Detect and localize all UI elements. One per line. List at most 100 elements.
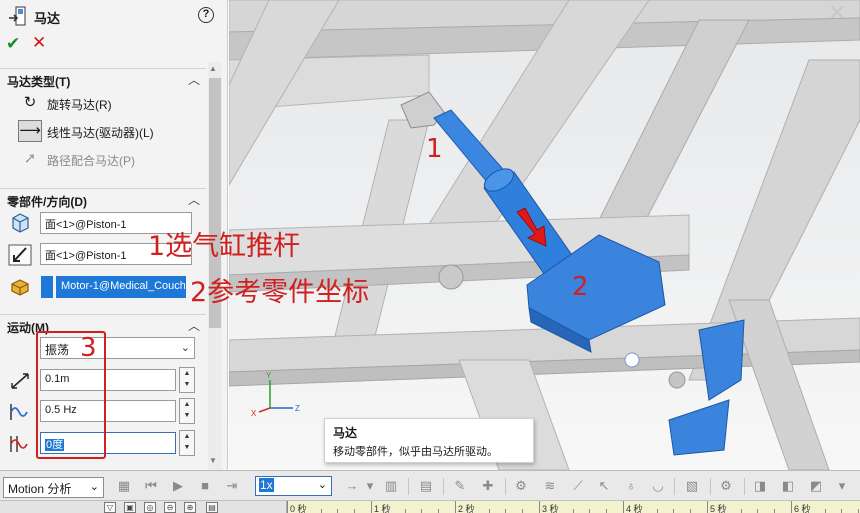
path-mate-motor-option: ➚ 路径配合马达(P) bbox=[18, 148, 198, 170]
linear-motor-option[interactable]: ⟶ 线性马达(驱动器)(L) bbox=[18, 120, 198, 142]
linear-motor-icon: ⟶ bbox=[18, 120, 42, 142]
play-icon[interactable]: ▶ bbox=[170, 478, 186, 494]
frequency-spinner[interactable]: ▲ ▼ bbox=[179, 398, 195, 424]
tooltip-title: 马达 bbox=[333, 426, 358, 440]
rotary-motor-icon: ↻ bbox=[23, 94, 37, 111]
annotation-highlight-box bbox=[36, 331, 106, 459]
timeline-minor-tick bbox=[807, 509, 809, 513]
annotation-number-1: 1 bbox=[426, 134, 443, 164]
phase-spinner[interactable]: ▲ ▼ bbox=[179, 430, 195, 456]
collapse-chevron-icon[interactable]: ︿ bbox=[188, 191, 200, 208]
collapse-view-icon[interactable]: ◨ bbox=[752, 478, 768, 494]
motor-type-section-title: 马达类型(T) bbox=[7, 75, 71, 89]
timeline-minor-tick bbox=[320, 509, 322, 513]
results-plots-icon[interactable]: ▧ bbox=[684, 478, 700, 494]
zoom-timeline-icon[interactable]: ◎ bbox=[144, 502, 156, 513]
playback-mode-icon[interactable]: ⇥ bbox=[224, 478, 240, 494]
stop-icon[interactable]: ■ bbox=[197, 478, 213, 494]
more-options-icon[interactable]: ▾ bbox=[834, 478, 850, 494]
playback-speed-select[interactable]: 1x ⌄ bbox=[255, 476, 332, 496]
component-direction-section-title: 零部件/方向(D) bbox=[7, 195, 87, 209]
timeline-minor-tick bbox=[858, 509, 860, 513]
playback-speed-value: 1x bbox=[259, 478, 274, 492]
component-direction-section-header[interactable]: 零部件/方向(D) ︿ bbox=[0, 188, 206, 209]
displacement-spinner[interactable]: ▲ ▼ bbox=[179, 367, 195, 393]
collapse-chevron-icon[interactable]: ︿ bbox=[188, 317, 200, 334]
save-animation-icon[interactable]: ▥ bbox=[383, 478, 399, 494]
study-properties-icon[interactable]: ⚙ bbox=[718, 478, 734, 494]
timeline-minor-tick bbox=[387, 509, 389, 513]
frequency-icon bbox=[10, 404, 28, 420]
gravity-icon[interactable]: ◡ bbox=[650, 478, 666, 494]
timeline-minor-tick bbox=[757, 509, 759, 513]
toolbar-separator bbox=[744, 478, 745, 495]
timeline-minor-tick bbox=[673, 509, 675, 513]
timeline-tick bbox=[623, 501, 624, 513]
expand-tree-icon[interactable]: ▤ bbox=[206, 502, 218, 513]
scroll-up-arrow-icon[interactable]: ▲ bbox=[209, 64, 217, 73]
annotation-number-2: 2 bbox=[572, 272, 589, 302]
motor-tooltip: 马达 移动零部件，似乎由马达所驱动。 bbox=[324, 418, 534, 463]
calculate-icon[interactable]: ▦ bbox=[116, 478, 132, 494]
contact-icon[interactable]: ♁ bbox=[623, 478, 639, 494]
autokey-set-icon[interactable]: ✎ bbox=[452, 478, 468, 494]
autokey-icon[interactable]: → bbox=[344, 478, 360, 494]
timeline-tick bbox=[455, 501, 456, 513]
filter-icon[interactable]: ▽ bbox=[104, 502, 116, 513]
svg-text:Z: Z bbox=[295, 404, 300, 413]
timeline-minor-tick bbox=[589, 509, 591, 513]
graphics-area[interactable]: Y Z X bbox=[229, 0, 860, 470]
chevron-down-icon: ⌄ bbox=[89, 481, 99, 493]
spring-icon[interactable]: ≋ bbox=[542, 478, 558, 494]
study-type-select[interactable]: Motion 分析 ⌄ bbox=[3, 477, 104, 498]
zoom-in-icon[interactable]: ⊕ bbox=[184, 502, 196, 513]
timeline-minor-tick bbox=[690, 509, 692, 513]
motor-tool-icon[interactable]: ⚙ bbox=[513, 478, 529, 494]
motor-type-section-header[interactable]: 马达类型(T) ︿ bbox=[0, 68, 206, 89]
play-from-start-icon[interactable]: ⏮ bbox=[143, 478, 159, 494]
direction-face-icon bbox=[12, 213, 29, 233]
component-to-move-icon bbox=[11, 279, 29, 296]
component-field[interactable]: Motor-1@Medical_Couch bbox=[56, 276, 186, 298]
damper-icon[interactable]: ⟋ bbox=[570, 478, 586, 494]
filter-animated-icon[interactable]: ▣ bbox=[124, 502, 136, 513]
motor-icon bbox=[9, 6, 26, 26]
view-settings-icon[interactable]: ◩ bbox=[808, 478, 824, 494]
chevron-down-icon: ⌄ bbox=[317, 479, 327, 491]
zoom-out-icon[interactable]: ⊖ bbox=[164, 502, 176, 513]
add-key-icon[interactable]: ✚ bbox=[480, 478, 496, 494]
reverse-direction-icon[interactable] bbox=[8, 244, 32, 266]
force-icon[interactable]: ↖ bbox=[596, 478, 612, 494]
timeline-minor-tick bbox=[656, 509, 658, 513]
rotary-motor-label: 旋转马达(R) bbox=[47, 98, 112, 112]
timeline-minor-tick bbox=[723, 509, 725, 513]
timeline-minor-tick bbox=[404, 509, 406, 513]
timeline-minor-tick bbox=[606, 509, 608, 513]
timeline-minor-tick bbox=[488, 509, 490, 513]
cancel-x-icon[interactable]: ✕ bbox=[32, 33, 46, 53]
motion-manager-toolbar: Motion 分析 ⌄ ▦ ⏮ ▶ ■ ⇥ 1x ⌄ → ▾ ▥ ▤ ✎ ✚ ⚙… bbox=[0, 470, 860, 500]
toolbar-separator bbox=[674, 478, 675, 495]
annotation-note-1: 1选气缸推杆 bbox=[148, 231, 301, 262]
ok-checkmark-icon[interactable]: ✔ bbox=[6, 34, 20, 54]
assembly-model-render[interactable]: Y Z X bbox=[229, 0, 860, 470]
scroll-down-arrow-icon[interactable]: ▼ bbox=[209, 456, 217, 465]
animation-wizard-icon[interactable]: ▤ bbox=[418, 478, 434, 494]
timeline-ruler[interactable]: 0 秒1 秒2 秒3 秒4 秒5 秒6 秒 bbox=[286, 501, 860, 513]
collapse-chevron-icon[interactable]: ︿ bbox=[188, 71, 200, 88]
close-x-icon[interactable]: ✕ bbox=[828, 0, 846, 26]
path-mate-motor-icon: ➚ bbox=[23, 150, 37, 167]
timeline-minor-tick bbox=[522, 509, 524, 513]
timeline-minor-tick bbox=[774, 509, 776, 513]
chevron-down-icon: ⌄ bbox=[180, 342, 190, 354]
help-circle-icon[interactable]: ? bbox=[198, 7, 214, 23]
display-options-icon[interactable]: ◧ bbox=[780, 478, 796, 494]
timeline-minor-tick bbox=[572, 509, 574, 513]
timeline-tick bbox=[539, 501, 540, 513]
property-manager-header: 马达 ? ✔ ✕ bbox=[0, 0, 227, 62]
rotary-motor-option[interactable]: ↻ 旋转马达(R) bbox=[18, 92, 198, 114]
study-type-value: Motion 分析 bbox=[8, 482, 72, 496]
dropdown-arrow-icon[interactable]: ▾ bbox=[362, 478, 378, 494]
timeline-minor-tick bbox=[471, 509, 473, 513]
motion-timeline[interactable]: ▽ ▣ ◎ ⊖ ⊕ ▤ 0 秒1 秒2 秒3 秒4 秒5 秒6 秒 bbox=[0, 500, 860, 513]
